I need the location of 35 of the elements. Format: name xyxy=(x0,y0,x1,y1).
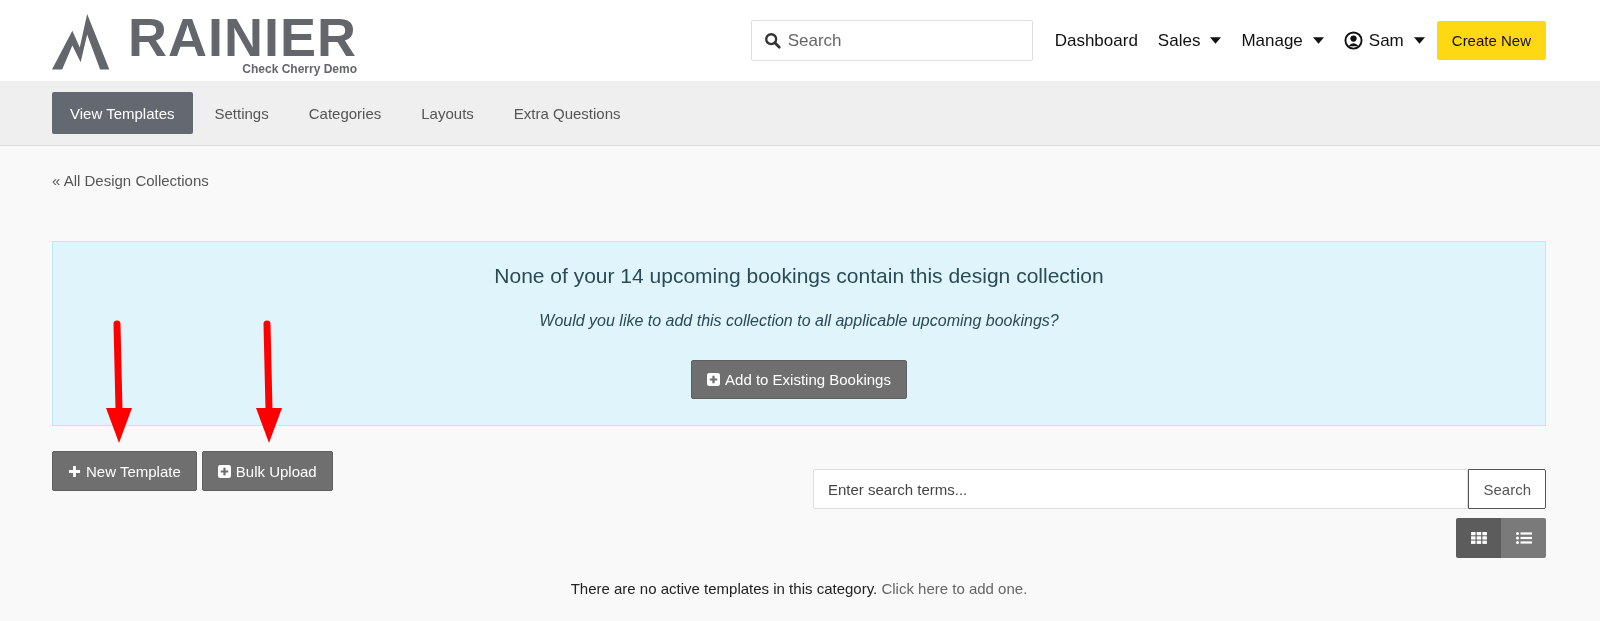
caret-icon xyxy=(1210,37,1222,44)
search-icon xyxy=(763,32,782,50)
tab[interactable]: Extra Questions xyxy=(495,92,639,134)
caret-icon xyxy=(1312,37,1324,44)
list-icon xyxy=(1515,532,1532,544)
tab[interactable]: View Templates xyxy=(52,92,193,134)
search-field[interactable]: Search xyxy=(750,20,1033,61)
plus-icon xyxy=(68,464,81,478)
plus-square-icon xyxy=(217,464,231,478)
grid-icon xyxy=(1470,532,1487,544)
grid-view-button[interactable] xyxy=(1456,518,1501,558)
nav-link[interactable]: Dashboard xyxy=(1054,30,1138,51)
logo-tagline: Check Cherry Demo xyxy=(242,61,357,76)
breadcrumb-link[interactable]: « All Design Collections xyxy=(52,172,209,189)
user-icon xyxy=(1343,31,1363,50)
add-to-existing-bookings-button[interactable]: Add to Existing Bookings xyxy=(691,360,907,399)
action-button[interactable]: Bulk Upload xyxy=(201,451,333,491)
plus-square-icon xyxy=(707,373,721,386)
nav-menu[interactable]: Manage xyxy=(1241,30,1324,51)
user-menu[interactable]: Sam xyxy=(1343,30,1425,51)
list-view-button[interactable] xyxy=(1501,518,1546,558)
template-search-field[interactable]: Enter search terms... xyxy=(813,469,1469,509)
action-button[interactable]: New Template xyxy=(52,451,197,491)
search-button[interactable]: Search xyxy=(1468,469,1546,509)
banner-title: None of your 14 upcoming bookings contain this design collection xyxy=(494,264,1104,288)
logo-wordmark: RAINIER xyxy=(128,11,357,62)
nav-menu[interactable]: Sales xyxy=(1157,30,1222,51)
add-template-link[interactable]: Click here to add one. xyxy=(881,580,1028,597)
tab[interactable]: Settings xyxy=(196,92,287,134)
empty-state-message: There are no active templates in this category. Click here to add one. xyxy=(569,580,1029,597)
create-new-button[interactable]: Create New xyxy=(1436,21,1546,60)
tab[interactable]: Categories xyxy=(290,92,400,134)
tab[interactable]: Layouts xyxy=(403,92,492,134)
banner-question: Would you like to add this collection to all applicable upcoming bookings? xyxy=(539,312,1059,330)
caret-icon xyxy=(1413,37,1425,44)
